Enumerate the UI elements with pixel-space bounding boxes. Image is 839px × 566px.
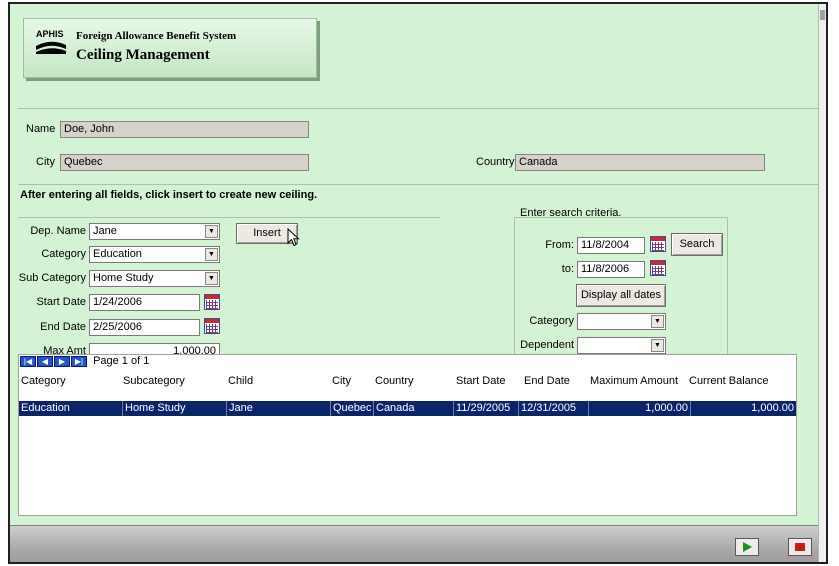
calendar-icon[interactable] xyxy=(204,318,220,334)
calendar-icon[interactable] xyxy=(650,260,666,276)
stop-button[interactable] xyxy=(788,538,812,556)
app-window: APHIS Foreign Allowance Benefit System C… xyxy=(8,2,828,564)
from-date-input[interactable]: 11/8/2004 xyxy=(577,237,645,254)
cell-subcategory: Home Study xyxy=(123,401,227,416)
app-title: Foreign Allowance Benefit System xyxy=(76,30,237,42)
to-date-input[interactable]: 11/8/2006 xyxy=(577,261,645,278)
last-page-icon[interactable]: ▶| xyxy=(71,355,87,367)
column-header[interactable]: City xyxy=(332,374,351,389)
column-header[interactable]: Maximum Amount xyxy=(590,374,678,389)
logo-text: APHIS xyxy=(36,29,64,39)
column-header[interactable]: Child xyxy=(228,374,253,389)
table-header: Category Subcategory Child City Country … xyxy=(19,374,796,389)
cell-maximum-amount: 1,000.00 xyxy=(589,401,691,416)
country-label: Country xyxy=(476,156,515,168)
search-category-select[interactable]: ▼ xyxy=(577,313,666,330)
cell-start-date: 11/29/2005 xyxy=(454,401,519,416)
divider xyxy=(18,108,824,109)
stop-icon xyxy=(795,543,805,551)
column-header[interactable]: Current Balance xyxy=(689,374,769,389)
city-label: City xyxy=(36,156,55,168)
search-category-label: Category xyxy=(529,315,574,327)
pager: |◀ ◀ ▶ ▶| Page 1 of 1 xyxy=(20,355,149,369)
column-header[interactable]: Country xyxy=(375,374,414,389)
name-label: Name xyxy=(26,123,56,135)
table-row[interactable]: Education Home Study Jane Quebec Canada … xyxy=(19,401,796,416)
dep-name-value: Jane xyxy=(93,225,117,237)
dropdown-arrow-icon[interactable]: ▼ xyxy=(651,339,664,352)
country-field: Canada xyxy=(515,154,765,171)
name-field: Doe, John xyxy=(60,121,309,138)
app-header: APHIS Foreign Allowance Benefit System C… xyxy=(23,18,317,78)
play-icon xyxy=(743,542,752,552)
form-frame-top xyxy=(18,217,440,218)
display-all-dates-button[interactable]: Display all dates xyxy=(576,284,666,307)
dropdown-arrow-icon[interactable]: ▼ xyxy=(205,248,218,261)
column-header[interactable]: Category xyxy=(21,374,66,389)
prev-page-icon[interactable]: ◀ xyxy=(37,355,53,367)
column-header[interactable]: Start Date xyxy=(456,374,506,389)
sub-category-select[interactable]: Home Study ▼ xyxy=(89,270,220,287)
bottom-toolbar xyxy=(10,525,826,562)
instruction-text: After entering all fields, click insert … xyxy=(20,189,318,201)
mouse-cursor-icon xyxy=(287,228,300,247)
dependent-select[interactable]: ▼ xyxy=(577,337,666,354)
cell-country: Canada xyxy=(374,401,454,416)
calendar-icon[interactable] xyxy=(650,236,666,252)
aphis-logo: APHIS xyxy=(36,29,66,57)
dep-name-select[interactable]: Jane ▼ xyxy=(89,223,220,240)
city-field: Quebec xyxy=(60,154,309,171)
category-select[interactable]: Education ▼ xyxy=(89,246,220,263)
category-label: Category xyxy=(41,248,86,260)
divider xyxy=(18,184,824,185)
vertical-scrollbar[interactable] xyxy=(818,4,826,562)
cell-current-balance: 1,000.00 xyxy=(751,402,794,414)
cell-city: Quebec xyxy=(331,401,374,416)
next-page-icon[interactable]: ▶ xyxy=(54,355,70,367)
dependent-label: Dependent xyxy=(520,339,574,351)
dep-name-label: Dep. Name xyxy=(30,225,86,237)
search-button[interactable]: Search xyxy=(671,233,723,256)
start-date-input[interactable]: 1/24/2006 xyxy=(89,294,200,311)
start-date-label: Start Date xyxy=(36,296,86,308)
sub-category-label: Sub Category xyxy=(18,272,86,284)
cell-end-date: 12/31/2005 xyxy=(519,401,589,416)
column-header[interactable]: Subcategory xyxy=(123,374,185,389)
category-value: Education xyxy=(93,248,142,260)
calendar-icon[interactable] xyxy=(204,294,220,310)
dropdown-arrow-icon[interactable]: ▼ xyxy=(651,315,664,328)
end-date-input[interactable]: 2/25/2006 xyxy=(89,319,200,336)
dropdown-arrow-icon[interactable]: ▼ xyxy=(205,225,218,238)
to-label: to: xyxy=(561,263,574,275)
play-button[interactable] xyxy=(735,538,759,556)
first-page-icon[interactable]: |◀ xyxy=(20,355,36,367)
from-label: From: xyxy=(545,239,574,251)
end-date-label: End Date xyxy=(40,321,86,333)
sub-category-value: Home Study xyxy=(93,272,154,284)
page-indicator: Page 1 of 1 xyxy=(93,355,150,368)
cell-category: Education xyxy=(19,401,123,416)
column-header[interactable]: End Date xyxy=(524,374,570,389)
page-title: Ceiling Management xyxy=(76,47,210,63)
dropdown-arrow-icon[interactable]: ▼ xyxy=(205,272,218,285)
cell-child: Jane xyxy=(227,401,331,416)
